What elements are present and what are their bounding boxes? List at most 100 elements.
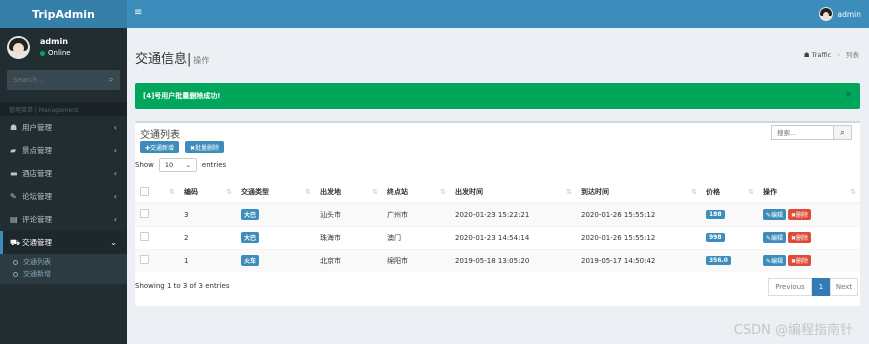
- chevron-left-icon: ‹: [113, 146, 117, 155]
- sidebar-item-users[interactable]: ☗ 用户管理 ‹: [0, 116, 127, 139]
- col-header-type[interactable]: 交通类型 ⇅: [236, 182, 315, 204]
- next-page-button[interactable]: Next: [830, 278, 858, 296]
- page-title-text: 交通信息: [135, 52, 188, 67]
- sidebar-item-forum[interactable]: ✎ 论坛管理 ‹: [0, 185, 127, 208]
- app-logo[interactable]: TripAdmin: [0, 0, 127, 28]
- col-header-ops[interactable]: 操作 ⇅: [758, 182, 860, 204]
- cell-from: 汕头市: [315, 202, 382, 226]
- search-icon[interactable]: ⌕: [102, 75, 120, 85]
- row-select-cell: [135, 225, 179, 249]
- sidebar-item-label: 景点管理: [22, 146, 52, 155]
- cell-price: 998: [701, 225, 758, 249]
- add-traffic-button[interactable]: ✚交通新增: [140, 141, 180, 153]
- price-badge: 188: [706, 210, 725, 220]
- sidebar-item-label: 评论管理: [22, 215, 52, 224]
- sort-icon: ⇅: [372, 188, 378, 196]
- cell-arrive: 2020-01-26 15:55:12: [576, 225, 701, 249]
- submenu-traffic-list[interactable]: 交通列表: [0, 256, 127, 268]
- type-badge: 火车: [241, 255, 260, 267]
- traffic-table: ⇅ 编码 ⇅ 交通类型 ⇅ 出发地 ⇅ 终点站 ⇅ 出发时间 ⇅ 到达时间 ⇅ 价格 ⇅ 操作…: [135, 182, 860, 272]
- table-info: Showing 1 to 3 of 3 entries: [135, 282, 230, 290]
- batch-delete-button[interactable]: ✖批量删除: [185, 141, 225, 153]
- select-all-checkbox[interactable]: [140, 186, 149, 196]
- row-select-cell: [135, 202, 179, 226]
- top-user-menu[interactable]: admin: [818, 7, 862, 21]
- avatar: [818, 7, 833, 21]
- cell-type: 大巴: [236, 202, 315, 226]
- column-label: 交通类型: [241, 188, 269, 196]
- previous-page-button[interactable]: Previous: [768, 278, 812, 296]
- edit-button[interactable]: ✎编辑: [763, 232, 787, 243]
- cell-price: 356.0: [701, 248, 758, 272]
- type-badge: 大巴: [241, 209, 260, 221]
- user-panel: admin Online: [0, 28, 127, 66]
- page-size-select[interactable]: 10 ⌄: [158, 158, 197, 172]
- row-select-cell: [135, 248, 179, 272]
- delete-button[interactable]: ✖删除: [788, 232, 812, 243]
- bed-icon: ▬: [10, 169, 18, 178]
- sort-icon: ⇅: [305, 188, 311, 196]
- col-header-depart[interactable]: 出发时间 ⇅: [450, 182, 576, 204]
- table-search-input[interactable]: [771, 125, 834, 140]
- sidebar-item-traffic[interactable]: ⛟ 交通管理 ⌄: [0, 231, 127, 254]
- delete-button[interactable]: ✖删除: [788, 255, 812, 267]
- main-content: 交通信息| 操作 ☗ Traffic › 列表 [4]号用户批量删除成功! × 交…: [127, 28, 869, 344]
- sort-asc-icon[interactable]: ⇅: [169, 188, 175, 196]
- user-status: Online: [40, 49, 71, 57]
- forum-icon: ✎: [10, 192, 17, 201]
- cell-type: 火车: [236, 248, 315, 272]
- traffic-list-box: 交通列表 ⌕ ✚交通新增 ✖批量删除 Show 10 ⌄ entries ⇅ 编…: [135, 121, 860, 306]
- cell-ops: ✎编辑 ✖删除: [758, 225, 860, 249]
- submenu-traffic-add[interactable]: 交通新增: [0, 268, 127, 280]
- search-icon[interactable]: ⌕: [834, 125, 852, 140]
- chevron-down-icon: ⌄: [110, 238, 117, 247]
- row-checkbox[interactable]: [140, 255, 149, 265]
- sort-icon: ⇅: [748, 188, 754, 196]
- sort-icon: ⇅: [440, 188, 446, 196]
- chevron-left-icon: ‹: [113, 169, 117, 178]
- delete-button[interactable]: ✖删除: [788, 209, 812, 221]
- cell-arrive: 2019-05-17 14:50:42: [576, 248, 701, 272]
- top-user-name: admin: [837, 9, 862, 19]
- col-header-id[interactable]: 编码 ⇅: [179, 182, 236, 204]
- row-checkbox[interactable]: [140, 232, 149, 241]
- column-label: 编码: [184, 188, 198, 196]
- cell-to: 绵阳市: [382, 248, 450, 272]
- watermark: CSDN @编程指南针: [733, 323, 853, 338]
- price-badge: 356.0: [706, 256, 731, 266]
- close-icon[interactable]: ×: [844, 90, 852, 100]
- col-header-from[interactable]: 出发地 ⇅: [315, 182, 382, 204]
- user-name: admin: [40, 37, 68, 46]
- menu-toggle-icon[interactable]: ≡: [134, 7, 142, 18]
- cell-depart: 2019-05-18 13:05:20: [450, 248, 576, 272]
- cell-to: 澳门: [382, 225, 450, 249]
- cell-id: 2: [179, 225, 236, 249]
- col-header-price[interactable]: 价格 ⇅: [701, 182, 758, 204]
- col-header-arrive[interactable]: 到达时间 ⇅: [576, 182, 701, 204]
- show-label: Show: [135, 161, 154, 169]
- col-header-to[interactable]: 终点站 ⇅: [382, 182, 450, 204]
- breadcrumb-root[interactable]: Traffic: [812, 51, 832, 59]
- entries-label: entries: [201, 161, 227, 169]
- sidebar-search-input[interactable]: [7, 76, 102, 84]
- sidebar-item-comment[interactable]: ▤ 评论管理 ‹: [0, 208, 127, 231]
- cell-ops: ✎编辑 ✖删除: [758, 248, 860, 272]
- sidebar-item-scenic[interactable]: ▰ 景点管理 ‹: [0, 139, 127, 162]
- book-icon: ▰: [10, 146, 17, 155]
- row-checkbox[interactable]: [140, 209, 149, 219]
- table-search: ⌕: [771, 125, 852, 140]
- edit-button[interactable]: ✎编辑: [763, 255, 787, 267]
- column-label: 到达时间: [581, 188, 609, 196]
- sidebar-item-hotel[interactable]: ▬ 酒店管理 ‹: [0, 162, 127, 185]
- table-header-row: ⇅ 编码 ⇅ 交通类型 ⇅ 出发地 ⇅ 终点站 ⇅ 出发时间 ⇅ 到达时间 ⇅ 价格 ⇅ 操作…: [135, 182, 860, 204]
- edit-button[interactable]: ✎编辑: [763, 209, 787, 221]
- breadcrumb-separator: ›: [837, 51, 840, 59]
- dashboard-icon: ☗: [803, 51, 810, 59]
- cell-price: 188: [701, 202, 758, 226]
- page-1-button[interactable]: 1: [812, 278, 830, 296]
- sort-icon: ⇅: [226, 188, 232, 196]
- box-title: 交通列表: [140, 130, 180, 141]
- submenu-label: 交通新增: [23, 270, 51, 278]
- page-length-control: Show 10 ⌄ entries: [135, 158, 226, 172]
- table-row: 2 大巴 珠海市 澳门 2020-01-23 14:54:14 2020-01-…: [135, 225, 860, 249]
